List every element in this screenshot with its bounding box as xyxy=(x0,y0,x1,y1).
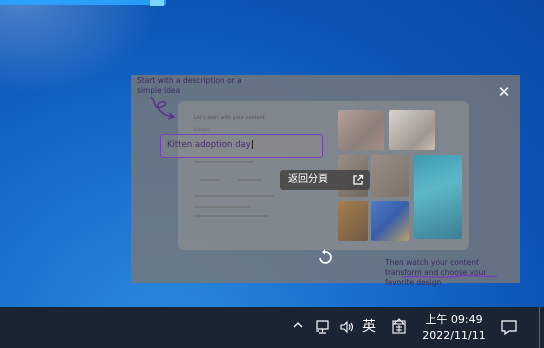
desktop-icon-highlight xyxy=(150,0,164,6)
return-to-tab-button[interactable]: 返回分頁 xyxy=(280,170,370,190)
design-thumbnail xyxy=(389,110,435,150)
open-in-new-icon xyxy=(353,174,364,185)
show-hidden-icons-chevron-icon[interactable] xyxy=(292,319,304,331)
card-subject-label: Subject xyxy=(194,127,209,132)
network-icon[interactable] xyxy=(315,319,331,335)
card-placeholder-line xyxy=(194,161,254,163)
clock-date: 2022/11/11 xyxy=(422,329,486,342)
clock-time: 上午 09:49 xyxy=(425,313,483,326)
video-preview-overlay: Start with a description or a simple ide… xyxy=(131,75,520,287)
show-desktop-button[interactable] xyxy=(539,307,544,348)
ime-mode-icon[interactable] xyxy=(391,318,407,334)
desktop-icon-strip xyxy=(0,0,166,5)
design-thumbnail xyxy=(371,155,409,197)
hint-bottom-text: Then watch your content transform and ch… xyxy=(385,258,487,287)
topic-input[interactable]: Kitten adoption day xyxy=(160,134,323,158)
hand-drawn-arrow-icon xyxy=(150,96,176,120)
design-thumbnail xyxy=(371,201,409,241)
hint-top-text: Start with a description or a simple ide… xyxy=(137,76,242,95)
volume-icon[interactable] xyxy=(339,319,355,335)
design-thumbnail xyxy=(338,201,368,241)
card-title: Let's start with your content xyxy=(194,115,265,121)
design-thumbnail xyxy=(414,155,462,239)
design-thumbnail xyxy=(338,110,384,150)
topic-input-value: Kitten adoption day xyxy=(167,140,251,150)
close-button[interactable]: ✕ xyxy=(496,84,512,100)
card-placeholder-line xyxy=(194,215,268,217)
card-placeholder-line xyxy=(194,195,274,197)
card-placeholder-line xyxy=(194,206,250,208)
replay-icon[interactable] xyxy=(317,249,333,265)
return-to-tab-label: 返回分頁 xyxy=(288,174,328,185)
input-method-indicator[interactable]: 英 xyxy=(362,316,376,336)
notification-center-icon[interactable] xyxy=(500,318,518,336)
taskbar: 英 上午 09:49 2022/11/11 xyxy=(0,307,544,348)
card-placeholder-line xyxy=(238,179,262,181)
text-caret xyxy=(251,140,253,149)
card-placeholder-line xyxy=(200,179,220,181)
taskbar-clock[interactable]: 上午 09:49 2022/11/11 xyxy=(419,312,489,344)
hand-drawn-underline xyxy=(400,274,498,278)
